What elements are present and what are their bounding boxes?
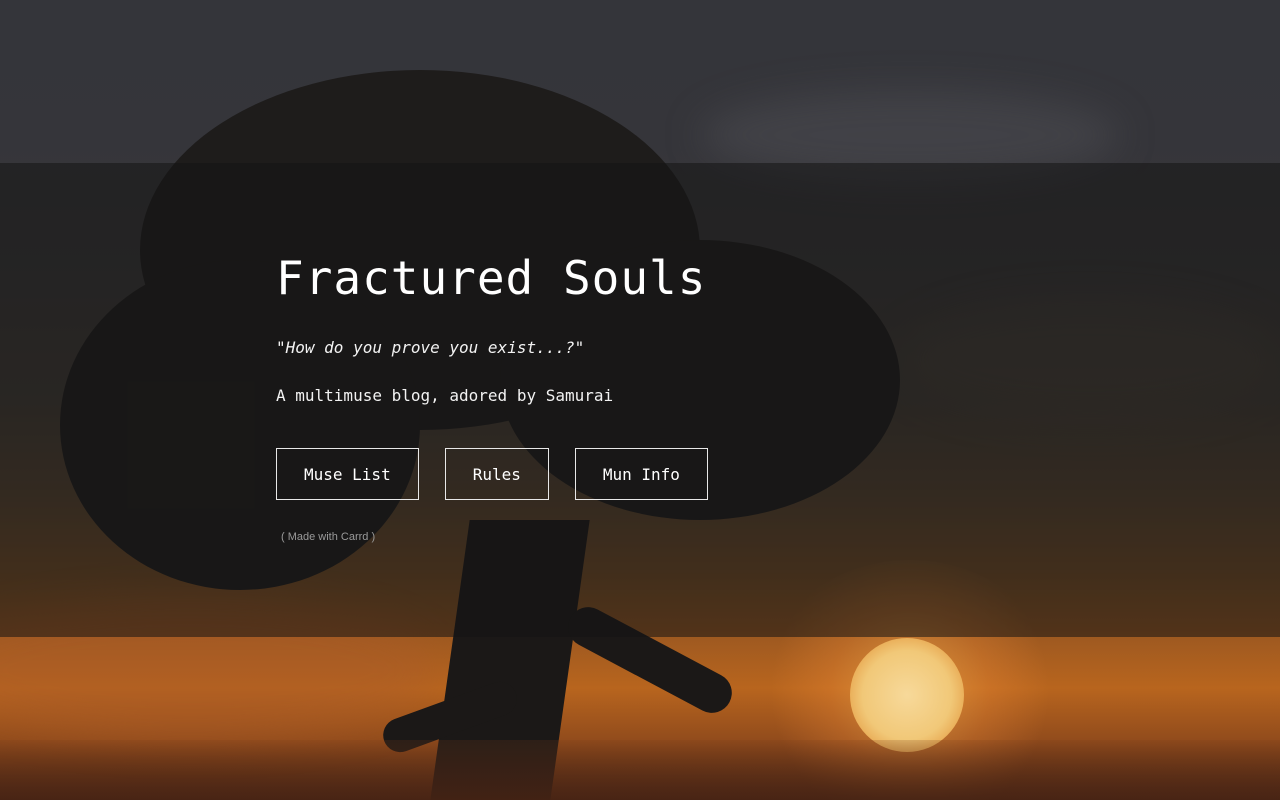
nav-buttons: Muse List Rules Mun Info [276, 448, 708, 500]
page-title: Fractured Souls [276, 251, 707, 305]
made-with-carrd-link[interactable]: ( Made with Carrd ) [281, 531, 375, 543]
muse-list-button[interactable]: Muse List [276, 448, 419, 500]
sun [850, 638, 964, 752]
tagline-quote: "How do you prove you exist...?" [276, 338, 585, 357]
blog-description: A multimuse blog, adored by Samurai [276, 386, 614, 405]
rules-button[interactable]: Rules [444, 448, 549, 500]
mun-info-button[interactable]: Mun Info [574, 448, 708, 500]
content-overlay-band [0, 163, 1280, 637]
ground [0, 740, 1280, 800]
